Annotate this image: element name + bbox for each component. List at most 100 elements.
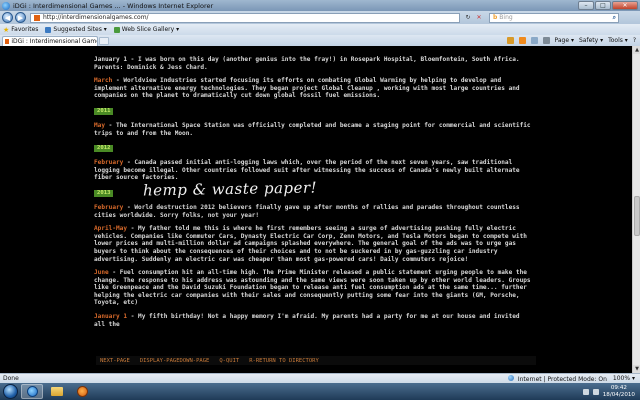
- media-player-icon: [76, 386, 88, 397]
- entry-month: February: [94, 159, 124, 167]
- scroll-up-icon[interactable]: ▲: [633, 46, 640, 54]
- zoom-control[interactable]: 100% ▾: [613, 375, 635, 382]
- url-text: http://interdimensionalgames.com/: [43, 14, 149, 21]
- year-badge: 2011: [94, 107, 114, 115]
- suggested-sites-link[interactable]: Suggested Sites ▾: [45, 26, 107, 33]
- feeds-icon[interactable]: [518, 37, 526, 44]
- globe-icon: [507, 374, 514, 381]
- favorites-bar: ★ Favorites Suggested Sites ▾ Web Slice …: [0, 24, 640, 35]
- title-bar: iDGi : Interdimensional Games ... - Wind…: [0, 0, 640, 11]
- terminal-menu-item[interactable]: Q-QUIT: [219, 358, 239, 364]
- search-icon[interactable]: ⌕: [613, 14, 616, 22]
- close-button[interactable]: ✕: [612, 1, 638, 10]
- web-slice-gallery-link[interactable]: Web Slice Gallery ▾: [113, 26, 180, 33]
- new-tab-button[interactable]: [99, 36, 109, 45]
- status-bar: Done Internet | Protected Mode: On 100% …: [0, 373, 640, 383]
- web-slice-icon: [113, 26, 120, 33]
- zone-text: Internet | Protected Mode: On: [517, 375, 607, 383]
- entry-text: - World destruction 2012 believers final…: [94, 203, 520, 219]
- clock-date: 18/04/2010: [602, 391, 635, 398]
- taskbar-explorer-button[interactable]: [46, 384, 68, 399]
- timeline-entry: June - Fuel consumption hit an all-time …: [94, 269, 534, 307]
- terminal-menu-item[interactable]: NEXT-PAGE: [100, 358, 130, 364]
- internet-explorer-icon: [26, 386, 38, 397]
- bing-logo-icon: b: [493, 14, 498, 21]
- site-favicon-icon: [34, 14, 40, 21]
- favorites-button[interactable]: ★ Favorites: [3, 26, 38, 34]
- entry-text: - My fifth birthday! Not a happy memory …: [94, 313, 520, 328]
- ie-logo-icon: [2, 1, 10, 10]
- entry-text: - Fuel consumption hit an all-time high.…: [94, 269, 531, 307]
- command-bar: Page ▾ Safety ▾ Tools ▾ ?: [506, 37, 636, 44]
- entry-text: January 1 - I was born on this day (anot…: [94, 56, 520, 71]
- star-icon: ★: [3, 25, 10, 34]
- folder-icon: [51, 387, 63, 396]
- print-icon[interactable]: [542, 37, 550, 44]
- tools-menu[interactable]: Tools ▾: [608, 37, 628, 44]
- timeline-entry: March - Worldview Industries started foc…: [94, 77, 534, 100]
- maximize-button[interactable]: □: [595, 1, 611, 10]
- tab-label: iDGi : Interdimensional Games ...: [11, 37, 97, 45]
- page-content: January 1 - I was born on this day (anot…: [0, 46, 640, 373]
- back-button[interactable]: ◀: [2, 12, 13, 23]
- web-slice-label: Web Slice Gallery ▾: [121, 26, 180, 33]
- taskbar: 09:42 18/04/2010: [0, 383, 640, 400]
- year-badge: 2013: [94, 189, 114, 197]
- clock[interactable]: 09:42 18/04/2010: [603, 385, 635, 398]
- tab-favicon-icon: [5, 38, 10, 44]
- window-controls: – □ ✕: [578, 1, 638, 10]
- year-badge: 2012: [94, 145, 114, 153]
- vertical-scrollbar[interactable]: ▲ ▼: [632, 46, 640, 373]
- entry-month: June: [94, 269, 109, 277]
- suggested-sites-label: Suggested Sites ▾: [53, 26, 107, 33]
- entry-month: May: [94, 121, 106, 129]
- search-placeholder: Bing: [499, 14, 513, 21]
- timeline-entry: May - The International Space Station wa…: [94, 122, 534, 137]
- scroll-thumb[interactable]: [634, 196, 640, 236]
- scroll-down-icon[interactable]: ▼: [633, 365, 640, 373]
- favorites-label: Favorites: [11, 26, 39, 33]
- start-button[interactable]: [3, 384, 18, 399]
- system-tray: 09:42 18/04/2010: [582, 385, 635, 398]
- help-menu[interactable]: ?: [633, 37, 636, 44]
- timeline-entry: January 1 - My fifth birthday! Not a hap…: [94, 313, 534, 328]
- mail-icon[interactable]: [530, 37, 538, 44]
- handwriting-annotation: hemp & waste paper!: [142, 178, 318, 200]
- status-text: Done: [3, 375, 19, 382]
- search-input[interactable]: b Bing ⌕: [489, 12, 619, 23]
- network-icon[interactable]: [582, 388, 589, 395]
- terminal-menu-item[interactable]: R-RETURN TO DIRECTORY: [249, 358, 319, 364]
- timeline-entry: January 1 - I was born on this day (anot…: [94, 56, 534, 71]
- timeline-entry: April-May - My father told me this is wh…: [94, 225, 534, 263]
- volume-icon[interactable]: [592, 388, 599, 395]
- entry-text: - The International Space Station was of…: [94, 121, 531, 137]
- home-icon[interactable]: [506, 37, 514, 44]
- entry-text: - Worldview Industries started focusing …: [94, 77, 520, 100]
- url-input[interactable]: http://interdimensionalgames.com/: [30, 12, 460, 23]
- timeline-entry: February - World destruction 2012 believ…: [94, 204, 534, 219]
- entry-month: February: [94, 203, 124, 211]
- terminal-menu-item[interactable]: DISPLAY-PAGEDOWN-PAGE: [140, 358, 210, 364]
- address-bar: ◀ ▶ http://interdimensionalgames.com/ ↻ …: [0, 11, 640, 24]
- taskbar-ie-button[interactable]: [21, 384, 43, 399]
- window-title: iDGi : Interdimensional Games ... - Wind…: [13, 1, 214, 10]
- suggested-sites-icon: [45, 26, 52, 33]
- entry-month: March: [94, 77, 113, 85]
- address-tools: ↻ ✕: [464, 14, 483, 22]
- taskbar-media-button[interactable]: [71, 384, 93, 399]
- entry-text: - My father told me this is where he fir…: [94, 225, 527, 263]
- safety-menu[interactable]: Safety ▾: [579, 37, 603, 44]
- page-menu[interactable]: Page ▾: [555, 37, 574, 44]
- stop-icon[interactable]: ✕: [475, 14, 483, 22]
- tab-bar: iDGi : Interdimensional Games ... Page ▾…: [0, 35, 640, 46]
- security-zone: Internet | Protected Mode: On: [507, 374, 607, 383]
- tab-idgi[interactable]: iDGi : Interdimensional Games ...: [2, 35, 98, 46]
- status-right: Internet | Protected Mode: On 100% ▾: [507, 374, 635, 383]
- forward-button[interactable]: ▶: [15, 12, 26, 23]
- entry-month: April-May: [94, 225, 128, 233]
- bottom-fade: [0, 331, 640, 373]
- refresh-icon[interactable]: ↻: [464, 14, 472, 22]
- entry-month: January 1: [94, 313, 128, 321]
- minimize-button[interactable]: –: [578, 1, 594, 10]
- terminal-menu: NEXT-PAGE DISPLAY-PAGEDOWN-PAGE Q-QUIT R-RE…: [96, 356, 536, 365]
